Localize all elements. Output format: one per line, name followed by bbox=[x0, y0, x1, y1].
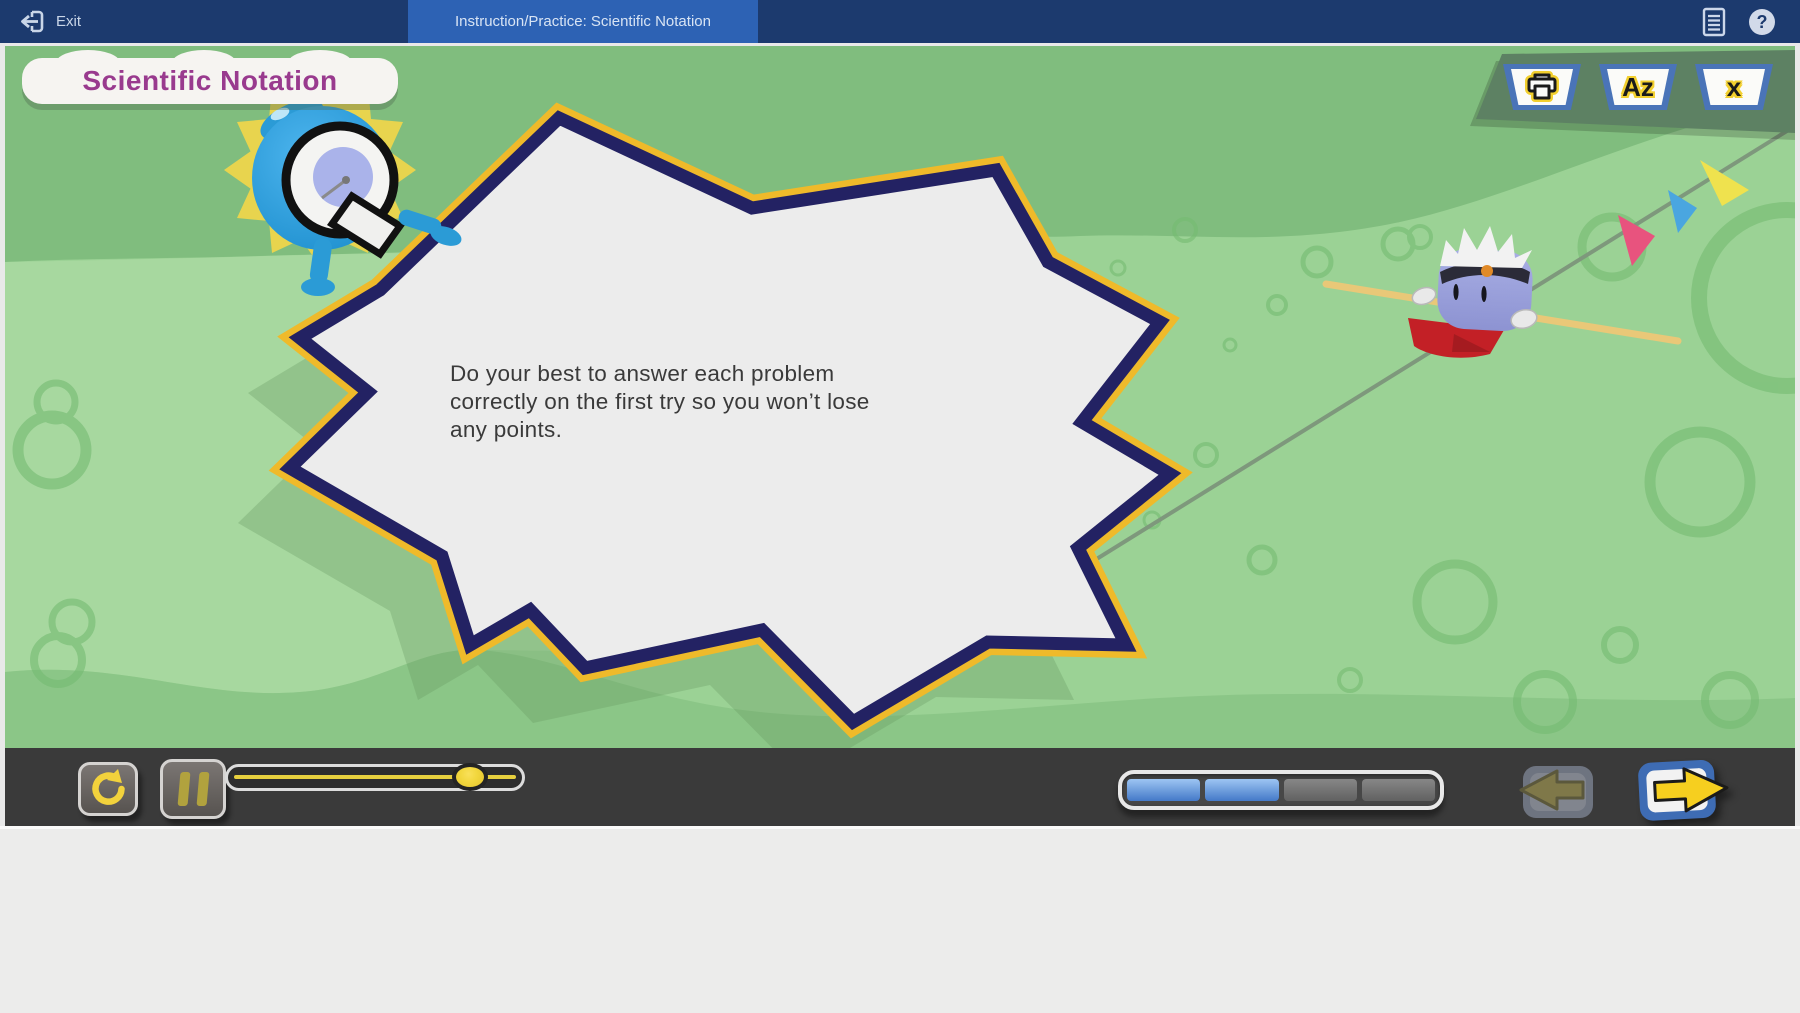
lesson-progress-bar bbox=[1118, 770, 1444, 810]
print-button[interactable] bbox=[1503, 64, 1581, 110]
exit-icon bbox=[18, 8, 45, 35]
glossary-button-face: Az bbox=[1607, 69, 1669, 105]
pennant-flag-yellow bbox=[1700, 160, 1749, 206]
back-button-disabled[interactable] bbox=[1513, 760, 1605, 822]
glossary-button[interactable]: Az bbox=[1599, 64, 1677, 110]
progress-segment bbox=[1362, 779, 1435, 801]
clock-hand-pivot bbox=[342, 176, 350, 184]
app-window: Exit Instruction/Practice: Scientific No… bbox=[0, 0, 1800, 1013]
close-button-face: x bbox=[1703, 69, 1765, 105]
transcript-button[interactable] bbox=[1701, 7, 1727, 42]
tab-label: Instruction/Practice: Scientific Notatio… bbox=[455, 13, 711, 30]
print-button-face bbox=[1511, 69, 1573, 105]
help-glyph: ? bbox=[1757, 12, 1768, 32]
page-footer bbox=[0, 826, 1800, 1013]
walker-hair bbox=[1440, 226, 1532, 268]
tab-instruction-practice[interactable]: Instruction/Practice: Scientific Notatio… bbox=[408, 0, 758, 43]
close-icon: x bbox=[1727, 74, 1741, 100]
top-nav-bar: Exit Instruction/Practice: Scientific No… bbox=[0, 0, 1800, 43]
lesson-stage: Scientific Notation Do your best to answ… bbox=[5, 46, 1795, 748]
exit-button[interactable]: Exit bbox=[10, 0, 89, 43]
az-icon: Az bbox=[1622, 74, 1654, 100]
lesson-title: Scientific Notation bbox=[82, 65, 337, 97]
printer-icon bbox=[1522, 71, 1562, 103]
walker-eye-left bbox=[1453, 284, 1458, 300]
player-control-bar bbox=[5, 748, 1795, 826]
tightrope-walker-character bbox=[1326, 226, 1678, 358]
help-button[interactable]: ? bbox=[1747, 7, 1777, 42]
document-icon bbox=[1701, 7, 1727, 37]
walker-headband-dot bbox=[1481, 265, 1493, 277]
walker-eye-right bbox=[1481, 286, 1486, 302]
close-button[interactable]: x bbox=[1695, 64, 1773, 110]
lesson-title-banner: Scientific Notation bbox=[22, 58, 398, 104]
progress-segment bbox=[1127, 779, 1200, 801]
pause-icon bbox=[177, 772, 190, 806]
pause-button[interactable] bbox=[160, 759, 226, 819]
progress-segment bbox=[1284, 779, 1357, 801]
exit-label: Exit bbox=[56, 13, 81, 30]
help-icon: ? bbox=[1747, 7, 1777, 37]
next-button[interactable] bbox=[1633, 756, 1733, 824]
pause-icon bbox=[196, 772, 209, 806]
progress-segment bbox=[1205, 779, 1278, 801]
seek-slider[interactable] bbox=[225, 764, 525, 791]
slider-knob[interactable] bbox=[452, 763, 488, 791]
replay-button[interactable] bbox=[78, 762, 138, 816]
replay-icon bbox=[88, 769, 128, 809]
speech-bubble-message: Do your best to answer each problem corr… bbox=[450, 360, 1010, 444]
